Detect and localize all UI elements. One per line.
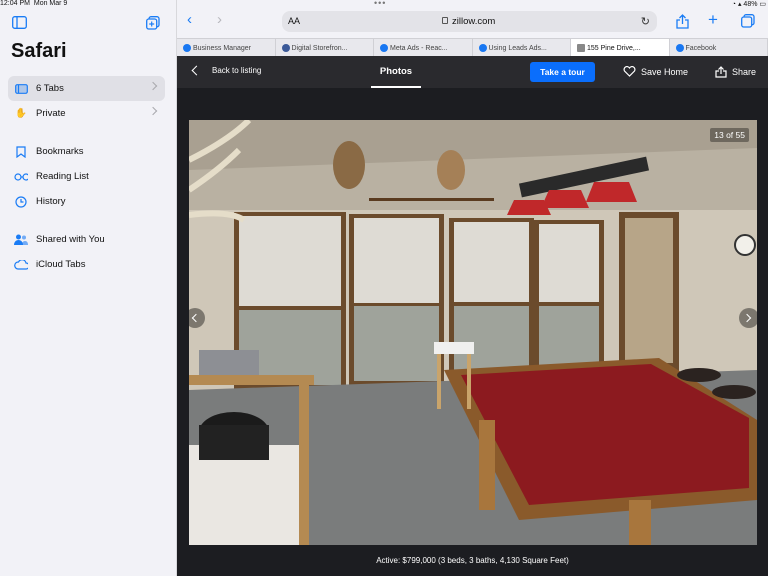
multitask-dots[interactable]: ••• (374, 0, 386, 8)
tab-overview-icon[interactable] (741, 14, 755, 28)
safari-sidebar: Safari 6 Tabs ✋ Private Bookmarks Readin… (0, 0, 177, 576)
share-button[interactable]: Share (715, 66, 756, 78)
sidebar-item-tabs[interactable]: 6 Tabs (8, 76, 165, 101)
listing-caption: Active: $799,000 (3 beds, 3 baths, 4,130… (376, 556, 569, 565)
tab-digital-storefront[interactable]: Digital Storefron... (275, 39, 374, 57)
sidebar-item-label: Private (36, 108, 66, 119)
sidebar-item-label: Reading List (36, 171, 89, 182)
take-a-tour-button[interactable]: Take a tour (530, 62, 595, 82)
tabs-icon (14, 83, 28, 95)
chevron-right-icon (742, 313, 752, 323)
share-icon (715, 66, 727, 78)
sidebar-item-label: iCloud Tabs (36, 259, 86, 270)
url-text: zillow.com (452, 16, 496, 27)
new-tab-icon[interactable]: + (708, 10, 718, 30)
back-to-listing-link[interactable]: Back to listing (189, 65, 261, 76)
status-bar: 12:04 PM Mon Mar 9 ••• ◔ ▴ 48% ▭ (0, 0, 768, 9)
sidebar-list: 6 Tabs ✋ Private Bookmarks Reading List … (8, 76, 165, 277)
reader-aa-button[interactable]: AA (288, 16, 300, 26)
status-right: ◔ ▴ 48% ▭ (731, 1, 766, 8)
sidebar-item-label: Shared with You (36, 234, 105, 245)
hand-icon: ✋ (15, 108, 27, 119)
sidebar-item-label: 6 Tabs (36, 83, 64, 94)
clock-icon (14, 195, 28, 208)
facebook-icon (478, 44, 487, 52)
tab-facebook[interactable]: Facebook (669, 39, 768, 57)
bookmark-icon (14, 145, 28, 158)
photo-viewer: 13 of 55 Active: $799,000 (3 beds, 3 bat… (177, 88, 768, 576)
forward-icon[interactable]: › (217, 11, 222, 28)
chevron-right-icon (148, 81, 158, 91)
tab-meta-ads[interactable]: Meta Ads - Reac... (374, 39, 473, 57)
tab-photos[interactable]: Photos (371, 56, 421, 88)
photo-counter: 13 of 55 (710, 128, 749, 142)
listing-photo[interactable]: 13 of 55 (189, 120, 757, 545)
save-home-button[interactable]: Save Home (623, 66, 688, 77)
storefront-icon (281, 44, 290, 52)
sidebar-item-icloud-tabs[interactable]: iCloud Tabs (8, 252, 165, 277)
sidebar-item-bookmarks[interactable]: Bookmarks (8, 139, 165, 164)
zillow-photo-header: Back to listing Photos Take a tour Save … (177, 56, 768, 88)
share-icon[interactable] (676, 14, 689, 29)
sidebar-item-private[interactable]: ✋ Private (8, 101, 165, 126)
chevron-left-icon (191, 65, 202, 76)
back-icon[interactable]: ‹ (187, 11, 192, 28)
sidebar-item-label: Bookmarks (36, 146, 84, 157)
sidebar-toggle-icon[interactable] (12, 16, 27, 29)
reload-icon[interactable]: ↻ (641, 15, 650, 28)
new-tab-group-icon[interactable] (146, 16, 160, 30)
sidebar-item-reading-list[interactable]: Reading List (8, 164, 165, 189)
heart-icon (623, 66, 636, 77)
tab-bar: Business Manager Digital Storefron... Me… (177, 38, 768, 57)
people-icon (14, 234, 28, 246)
facebook-icon (675, 44, 684, 52)
next-photo-button[interactable] (739, 308, 757, 328)
tab-business-manager[interactable]: Business Manager (177, 39, 276, 57)
meta-icon (183, 44, 191, 52)
address-bar[interactable]: AA zillow.com ↻ (282, 11, 657, 32)
glasses-icon (14, 171, 28, 183)
status-time: 12:04 PM Mon Mar 9 (0, 0, 68, 7)
cloud-icon (14, 259, 28, 271)
lock-icon (442, 17, 448, 24)
sidebar-item-shared-with-you[interactable]: Shared with You (8, 227, 165, 252)
sidebar-title: Safari (11, 40, 67, 62)
meta-icon (380, 44, 388, 52)
chevron-right-icon (148, 106, 158, 116)
sidebar-item-label: History (36, 196, 66, 207)
sidebar-item-history[interactable]: History (8, 189, 165, 214)
tab-using-leads-ads[interactable]: Using Leads Ads... (472, 39, 571, 57)
close-tab-icon[interactable] (577, 44, 585, 52)
game-room-photo (189, 120, 757, 545)
tab-zillow-listing[interactable]: 155 Pine Drive,... (571, 39, 670, 57)
chevron-left-icon (191, 313, 201, 323)
